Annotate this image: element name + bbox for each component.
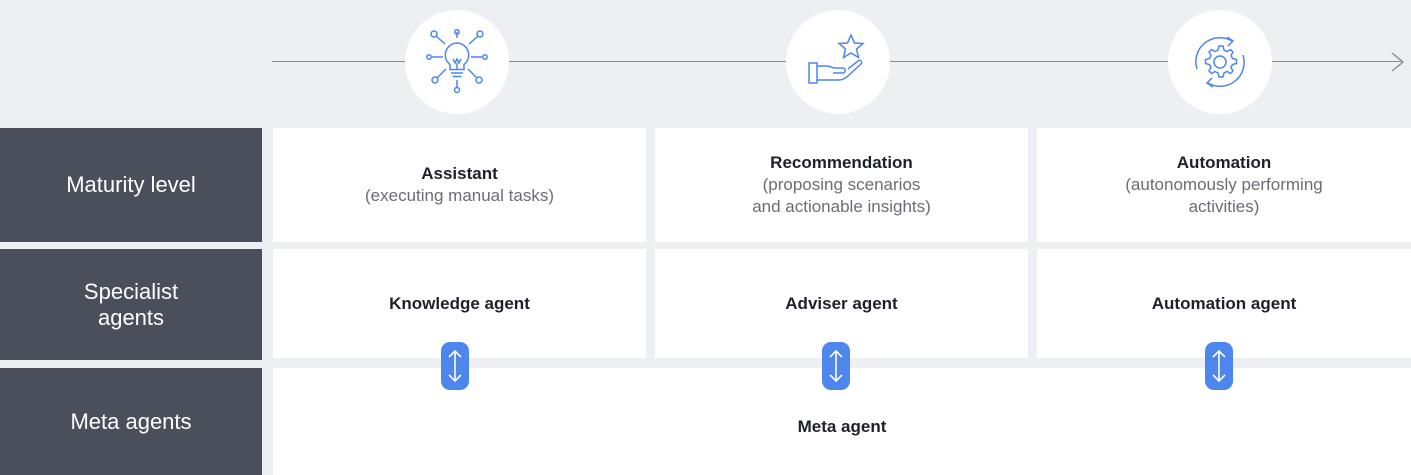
row-header-maturity-label: Maturity level <box>66 172 196 197</box>
meta-agent-label: Meta agent <box>797 416 887 436</box>
row-header-meta-agents: Meta agents <box>0 368 262 475</box>
maturity-cell-recommendation: Recommendation (proposing scenarios and … <box>655 128 1028 242</box>
stage-automation-icon-circle <box>1168 10 1272 114</box>
gear-cycle-icon <box>1195 36 1245 88</box>
specialist-agent-label: Knowledge agent <box>389 293 530 313</box>
maturity-description: (executing manual tasks) <box>365 186 554 205</box>
maturity-title: Automation <box>1176 153 1272 172</box>
connector-automation-meta <box>1205 342 1233 390</box>
specialist-agent-label: Automation agent <box>1151 293 1297 313</box>
lightbulb-network-icon <box>426 29 488 94</box>
maturity-title: Assistant <box>421 164 498 183</box>
row-header-maturity-level: Maturity level <box>0 128 262 242</box>
stage-assistant-icon-circle <box>405 10 509 114</box>
timeline-arrow-icon <box>1391 52 1405 72</box>
connector-knowledge-meta <box>441 342 469 390</box>
row-header-meta-label: Meta agents <box>70 408 192 434</box>
maturity-description: (proposing scenarios and actionable insi… <box>752 175 931 216</box>
hand-star-icon <box>808 33 865 84</box>
specialist-agent-label: Adviser agent <box>785 293 898 313</box>
stage-recommendation-icon-circle <box>786 10 890 114</box>
maturity-cell-assistant: Assistant (executing manual tasks) <box>273 128 646 242</box>
row-header-specialist-label: Specialist agents <box>83 278 179 330</box>
maturity-title: Recommendation <box>770 153 913 172</box>
connector-adviser-meta <box>822 342 850 390</box>
row-header-specialist-agents: Specialist agents <box>0 249 262 360</box>
maturity-description: (autonomously performing activities) <box>1125 175 1323 216</box>
bidirectional-arrow-icon <box>829 349 843 383</box>
bidirectional-arrow-icon <box>448 349 462 383</box>
maturity-cell-automation: Automation (autonomously performing acti… <box>1037 128 1411 242</box>
bidirectional-arrow-icon <box>1212 349 1226 383</box>
